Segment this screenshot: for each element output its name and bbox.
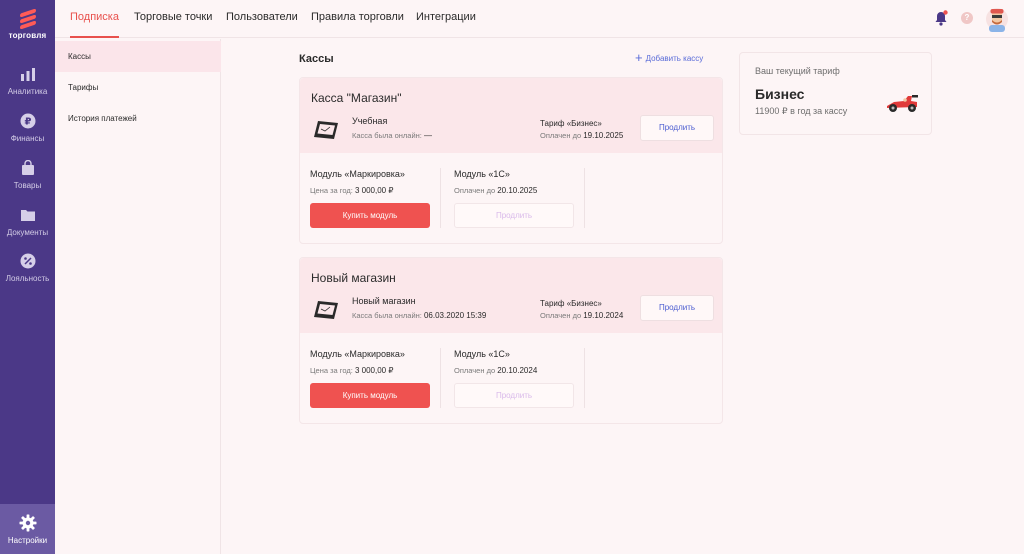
- chart-bar-icon: [20, 68, 35, 81]
- register-card-header: Касса "Магазин" Учебная Касса была онлай…: [300, 78, 722, 153]
- module-paid-until: Оплачен до 20.10.2024: [454, 366, 538, 375]
- sidebar-item-loyalty[interactable]: Лояльность: [0, 253, 55, 299]
- divider: [584, 348, 585, 408]
- main-sidebar: торговля Аналитика ₽ Финансы Товары Доку…: [0, 0, 55, 554]
- ruble-coin-icon: ₽: [20, 113, 35, 129]
- logo-text: торговля: [8, 30, 47, 40]
- current-tariff-name: Бизнес: [755, 86, 805, 102]
- register-title: Касса "Магазин": [311, 91, 402, 105]
- current-tariff-price: 11900 ₽ в год за кассу: [755, 106, 848, 116]
- module-1c: Модуль «1С» Оплачен до 20.10.2025 Продли…: [454, 169, 574, 228]
- top-navigation: Подписка Торговые точки Пользователи Пра…: [55, 0, 1024, 38]
- extend-tariff-button[interactable]: Продлить: [640, 115, 714, 141]
- register-card-header: Новый магазин Новый магазин Касса была о…: [300, 258, 722, 333]
- sidebar-item-analytics[interactable]: Аналитика: [0, 66, 55, 112]
- store-name: Новый магазин: [352, 296, 416, 306]
- store-name: Учебная: [352, 116, 388, 126]
- module-marking: Модуль «Маркировка» Цена за год: 3 000,0…: [310, 169, 430, 228]
- module-price: Цена за год: 3 000,00 ₽: [310, 186, 394, 195]
- folder-icon: [20, 210, 35, 221]
- shopping-bag-icon: [21, 160, 34, 175]
- svg-text:₽: ₽: [24, 117, 31, 128]
- percent-badge-icon: [20, 253, 35, 269]
- logo-icon: [19, 7, 37, 30]
- sidebar-item-label: Финансы: [10, 134, 45, 143]
- tab-trade-rules[interactable]: Правила торговли: [311, 11, 404, 38]
- subnav-item-registers[interactable]: Кассы: [55, 41, 221, 72]
- register-card: Касса "Магазин" Учебная Касса была онлай…: [299, 77, 723, 244]
- online-status: Касса была онлайн: —: [352, 131, 432, 140]
- bell-icon[interactable]: [934, 10, 948, 26]
- divider: [584, 168, 585, 228]
- register-title: Новый магазин: [311, 271, 396, 285]
- buy-module-button[interactable]: Купить модуль: [310, 383, 430, 408]
- sidebar-item-finance[interactable]: ₽ Финансы: [0, 113, 55, 159]
- extend-tariff-button[interactable]: Продлить: [640, 295, 714, 321]
- module-marking: Модуль «Маркировка» Цена за год: 3 000,0…: [310, 349, 430, 408]
- race-car-icon: [887, 95, 918, 112]
- gear-icon: [19, 514, 36, 531]
- tab-stores[interactable]: Торговые точки: [134, 11, 212, 38]
- sidebar-item-settings[interactable]: Настройки: [0, 504, 55, 554]
- module-price: Цена за год: 3 000,00 ₽: [310, 366, 394, 375]
- module-1c: Модуль «1С» Оплачен до 20.10.2024 Продли…: [454, 349, 574, 408]
- sidebar-item-documents[interactable]: Документы: [0, 207, 55, 253]
- add-register-button[interactable]: + Добавить кассу: [635, 50, 704, 65]
- plus-icon: +: [635, 50, 643, 65]
- page-title: Кассы: [299, 53, 334, 65]
- subnav-item-payment-history[interactable]: История платежей: [55, 103, 221, 134]
- divider: [440, 348, 441, 408]
- logo[interactable]: торговля: [0, 0, 55, 50]
- current-tariff-panel: Ваш текущий тариф Бизнес 11900 ₽ в год з…: [739, 52, 932, 135]
- cash-terminal-icon: [314, 301, 338, 319]
- sidebar-item-label: Документы: [6, 228, 49, 237]
- tariff-name: Тариф «Бизнес»: [540, 299, 602, 308]
- divider: [440, 168, 441, 228]
- sidebar-item-label: Настройки: [7, 535, 48, 545]
- tab-subscription[interactable]: Подписка: [70, 11, 119, 38]
- sidebar-item-goods[interactable]: Товары: [0, 160, 55, 206]
- help-icon[interactable]: ?: [961, 12, 973, 24]
- tab-integrations[interactable]: Интеграции: [416, 11, 476, 38]
- module-title: Модуль «Маркировка»: [310, 169, 405, 179]
- cash-terminal-icon: [314, 121, 338, 139]
- current-tariff-label: Ваш текущий тариф: [755, 66, 840, 76]
- tab-users[interactable]: Пользователи: [226, 11, 298, 38]
- sidebar-item-label: Аналитика: [7, 87, 48, 96]
- tariff-paid-until: Оплачен до 19.10.2025: [540, 131, 624, 140]
- module-title: Модуль «1С»: [454, 349, 510, 359]
- register-card: Новый магазин Новый магазин Касса была о…: [299, 257, 723, 424]
- subnav-item-tariffs[interactable]: Тарифы: [55, 72, 221, 103]
- tariff-paid-until: Оплачен до 19.10.2024: [540, 311, 624, 320]
- add-register-label: Добавить кассу: [645, 53, 704, 63]
- buy-module-button[interactable]: Купить модуль: [310, 203, 430, 228]
- tariff-name: Тариф «Бизнес»: [540, 119, 602, 128]
- online-status: Касса была онлайн: 06.03.2020 15:39: [352, 311, 487, 320]
- avatar[interactable]: [986, 6, 1008, 32]
- sidebar-item-label: Лояльность: [5, 274, 50, 283]
- module-title: Модуль «Маркировка»: [310, 349, 405, 359]
- extend-module-button[interactable]: Продлить: [454, 383, 574, 408]
- sidebar-item-label: Товары: [13, 181, 42, 190]
- module-title: Модуль «1С»: [454, 169, 510, 179]
- extend-module-button[interactable]: Продлить: [454, 203, 574, 228]
- module-paid-until: Оплачен до 20.10.2025: [454, 186, 538, 195]
- sub-navigation: Кассы Тарифы История платежей: [55, 39, 221, 554]
